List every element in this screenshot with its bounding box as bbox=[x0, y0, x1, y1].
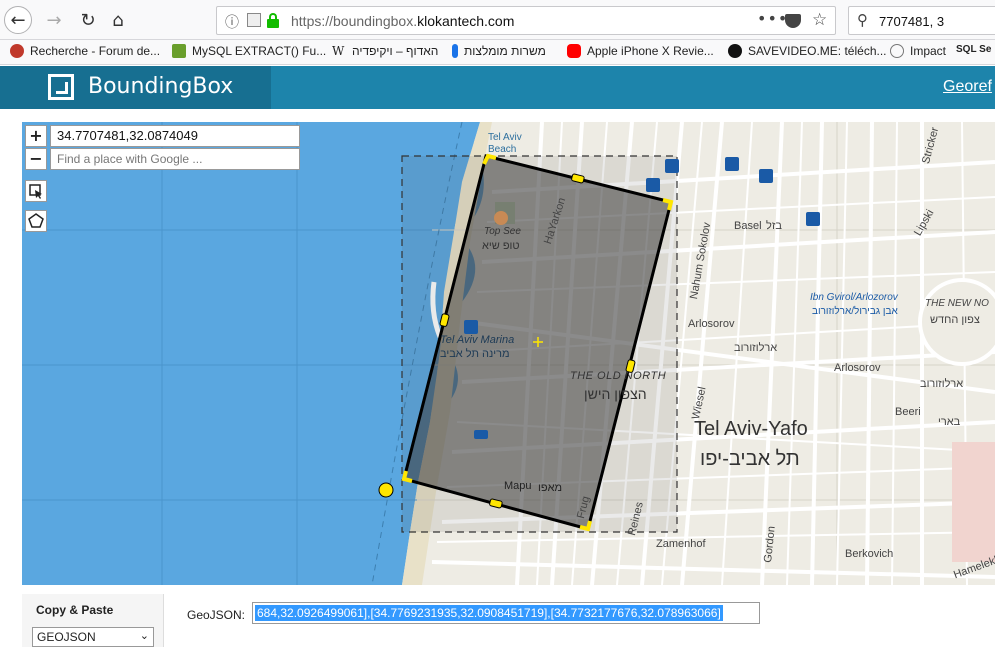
bookmark-item[interactable]: MySQL EXTRACT() Fu... bbox=[172, 44, 326, 58]
label-old-north: THE OLD NORTH bbox=[570, 370, 667, 382]
label-arlosorov-2: Arlosorov bbox=[834, 362, 881, 374]
polygon-tool-button[interactable] bbox=[25, 210, 47, 232]
format-select[interactable]: GEOJSON ⌄ bbox=[32, 627, 154, 647]
brand-name: BoundingBox bbox=[88, 74, 234, 99]
polygon-icon bbox=[28, 213, 44, 228]
zoom-out-button[interactable]: − bbox=[25, 148, 47, 170]
select-tool-button[interactable] bbox=[25, 180, 47, 202]
address-bar[interactable]: ⓘ https://boundingbox.klokantech.com •••… bbox=[216, 6, 836, 35]
info-icon[interactable]: ⓘ bbox=[225, 12, 239, 32]
bookmark-label: האדוף – ויקיפדיה bbox=[352, 44, 439, 58]
marker-point bbox=[378, 482, 394, 498]
bookmark-item[interactable]: משרות מומלצות bbox=[452, 44, 546, 58]
bookmark-favicon-icon bbox=[10, 44, 24, 58]
bookmark-label: Apple iPhone X Revie... bbox=[587, 44, 714, 58]
bookmark-item[interactable]: Recherche - Forum de... bbox=[10, 44, 160, 58]
label-new-north-he: צפון החדש bbox=[930, 314, 980, 326]
bookmark-favicon-icon bbox=[452, 44, 458, 58]
bookmark-favicon-icon bbox=[172, 44, 186, 58]
label-city-he: תל אביב-יפו bbox=[700, 448, 800, 470]
label-bengvirol-he: אבן גבירול/ארלוזורוב bbox=[812, 306, 898, 317]
label-berkovich: Berkovich bbox=[845, 548, 894, 560]
geojson-label: GeoJSON: bbox=[187, 608, 246, 622]
map[interactable]: Tel Aviv Beach Top See טופ שיא Tel Aviv … bbox=[22, 122, 995, 585]
zoom-in-button[interactable]: + bbox=[25, 125, 47, 147]
label-mapu: Mapu bbox=[504, 480, 532, 492]
bookmark-favicon-icon bbox=[728, 44, 742, 58]
label-old-north-he: הצפון הישן bbox=[584, 386, 647, 402]
label-basel: Basel bbox=[734, 220, 762, 232]
bookmark-label: SAVEVIDEO.ME: téléch... bbox=[748, 44, 887, 58]
bookmark-label: SQL Se bbox=[956, 44, 992, 55]
url-prefix: https://boundingbox. bbox=[291, 13, 418, 29]
bookmark-star-icon[interactable]: ☆ bbox=[812, 10, 827, 30]
bookmarks-bar: Recherche - Forum de... MySQL EXTRACT() … bbox=[0, 40, 995, 65]
url-text[interactable]: https://boundingbox.klokantech.com bbox=[291, 13, 514, 29]
bookmark-favicon-icon bbox=[890, 44, 904, 58]
search-icon: ⚲ bbox=[857, 11, 868, 29]
bookmark-label: MySQL EXTRACT() Fu... bbox=[192, 44, 327, 58]
bookmark-item[interactable]: SQL Se bbox=[956, 44, 991, 55]
coordinates-input[interactable]: 34.7707481,32.0874049 bbox=[50, 125, 300, 147]
geojson-output-field[interactable]: 684,32.0926499061],[34.7769231935,32.090… bbox=[252, 602, 760, 624]
label-new-north: THE NEW NO bbox=[925, 298, 989, 309]
geojson-selected-text: 684,32.0926499061],[34.7769231935,32.090… bbox=[255, 605, 723, 621]
wikipedia-icon: W bbox=[332, 44, 345, 58]
label-zamenhof: Zamenhof bbox=[656, 538, 706, 550]
label-bengvirol: Ibn Gvirol/Arlozorov bbox=[810, 292, 898, 303]
search-query[interactable]: 7707481, 3 bbox=[879, 14, 944, 29]
page-actions-icon[interactable]: ••• bbox=[757, 9, 788, 28]
pocket-icon[interactable] bbox=[785, 14, 801, 28]
label-beeri-he: בארי bbox=[938, 416, 961, 428]
label-top-see-he: טופ שיא bbox=[482, 240, 520, 252]
label-beeri: Beeri bbox=[895, 406, 921, 418]
bookmark-item[interactable]: SAVEVIDEO.ME: téléch... bbox=[728, 44, 887, 58]
search-bar[interactable]: ⚲ 7707481, 3 bbox=[848, 6, 995, 35]
bookmark-label: Recherche - Forum de... bbox=[30, 44, 161, 58]
copy-paste-panel: Copy & Paste GEOJSON ⌄ bbox=[22, 594, 164, 647]
label-top-see: Top See bbox=[484, 226, 521, 237]
lock-icon[interactable] bbox=[267, 13, 279, 28]
label-city-en: Tel Aviv-Yafo bbox=[694, 418, 808, 440]
label-arlosorov-he: ארלוזורוב bbox=[734, 342, 778, 354]
cursor-icon bbox=[29, 184, 42, 199]
bookmark-item[interactable]: W האדוף – ויקיפדיה bbox=[332, 44, 438, 58]
logo-icon bbox=[48, 74, 74, 100]
format-selected: GEOJSON bbox=[37, 630, 96, 644]
label-basel-he: בזל bbox=[766, 220, 782, 232]
copy-paste-title: Copy & Paste bbox=[36, 603, 114, 617]
place-search-input[interactable]: Find a place with Google ... bbox=[50, 148, 300, 170]
label-mapu-he: מאפו bbox=[538, 482, 563, 494]
home-button[interactable]: ⌂ bbox=[104, 6, 132, 34]
label-beach: Tel Aviv Beach bbox=[488, 132, 522, 155]
forward-button[interactable]: → bbox=[40, 6, 68, 34]
map-container: Tel Aviv Beach Top See טופ שיא Tel Aviv … bbox=[0, 109, 995, 594]
brand[interactable]: BoundingBox bbox=[0, 66, 271, 109]
label-arlosorov: Arlosorov bbox=[688, 318, 735, 330]
output-panel: Copy & Paste GEOJSON ⌄ GeoJSON: 684,32.0… bbox=[0, 594, 995, 647]
label-arlosorov-he-2: ארלוזורוב bbox=[920, 378, 964, 390]
bookmark-item[interactable]: Apple iPhone X Revie... bbox=[567, 44, 714, 58]
page-icon bbox=[247, 13, 261, 27]
bookmark-label: Impact bbox=[910, 44, 947, 58]
chevron-down-icon: ⌄ bbox=[139, 630, 149, 642]
youtube-icon bbox=[567, 44, 581, 58]
label-marina-he: מרינה תל אביב bbox=[440, 348, 510, 360]
bookmark-item[interactable]: Impact bbox=[890, 44, 946, 58]
browser-toolbar: ← → ↻ ⌂ ⓘ https://boundingbox.klokantech… bbox=[0, 0, 995, 40]
back-button[interactable]: ← bbox=[4, 6, 32, 34]
site-header: BoundingBox Georef bbox=[0, 66, 995, 109]
label-marina: Tel Aviv Marina bbox=[440, 334, 515, 346]
url-domain: klokantech.com bbox=[417, 13, 515, 29]
reload-button[interactable]: ↻ bbox=[74, 6, 102, 34]
georef-link[interactable]: Georef bbox=[943, 78, 992, 96]
bookmark-label: משרות מומלצות bbox=[464, 44, 546, 58]
